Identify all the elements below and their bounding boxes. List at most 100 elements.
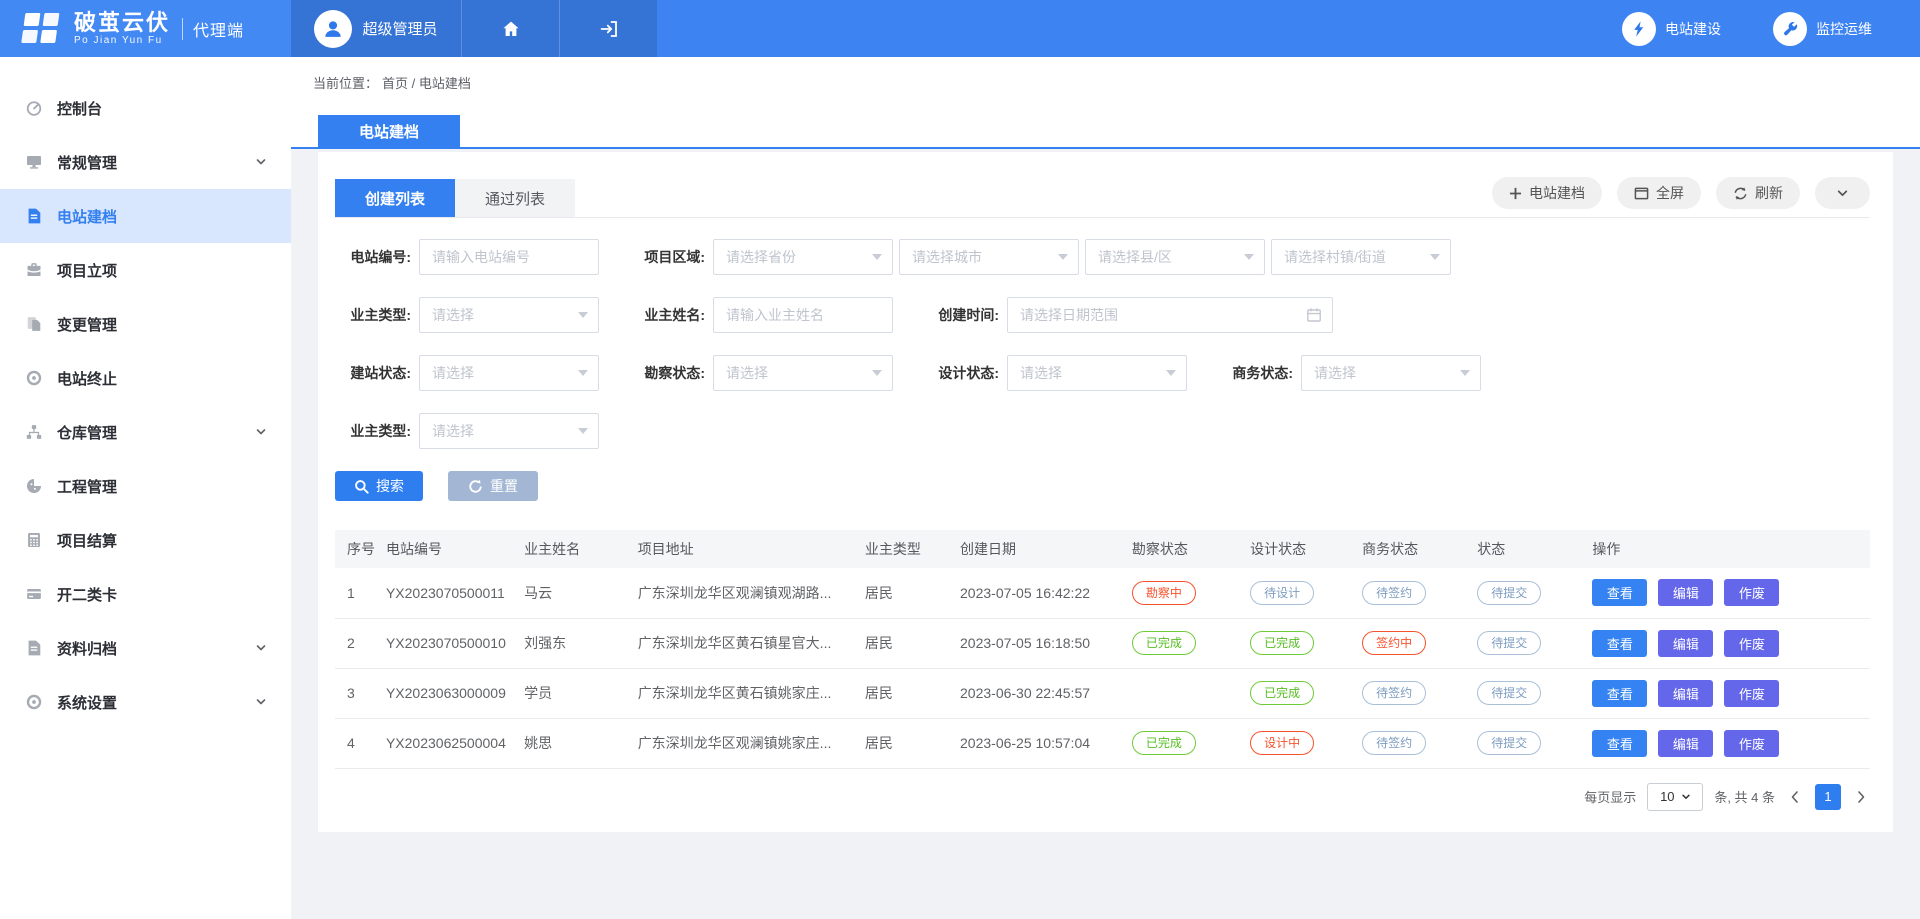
prev-page-button[interactable] xyxy=(1786,790,1804,804)
business-status-badge: 待签约 xyxy=(1362,681,1426,705)
tab-passed-list[interactable]: 通过列表 xyxy=(455,179,575,217)
reset-button[interactable]: 重置 xyxy=(448,471,538,501)
brand-logo-icon xyxy=(18,9,64,49)
survey-status-select[interactable]: 请选择 xyxy=(713,355,893,391)
cell-code: YX2023070500011 xyxy=(378,568,516,618)
chevron-down-icon xyxy=(255,696,267,708)
sidebar-item-change-mgmt[interactable]: 变更管理 xyxy=(0,297,291,351)
calculator-icon xyxy=(25,531,43,549)
refresh-label: 刷新 xyxy=(1755,183,1783,203)
view-button[interactable]: 查看 xyxy=(1592,630,1647,657)
col-owner-type: 业主类型 xyxy=(857,530,952,568)
owner-type-select[interactable]: 请选择 xyxy=(419,297,599,333)
top-header: 破茧云伏 Po Jian Yun Fu 代理端 超级管理员 xyxy=(0,0,1920,57)
void-button[interactable]: 作废 xyxy=(1724,730,1779,757)
design-status-badge: 已完成 xyxy=(1250,681,1314,705)
build-status-select[interactable]: 请选择 xyxy=(419,355,599,391)
filter-row-1: 电站编号: 项目区域: 请选择省份 请选择城市 xyxy=(335,239,1870,275)
cell-actions: 查看 编辑 作废 xyxy=(1584,668,1870,718)
filter-create-time: 创建时间: 请选择日期范围 xyxy=(923,297,1333,333)
filter-label: 项目区域: xyxy=(629,247,705,267)
breadcrumb-path[interactable]: 首页 / 电站建档 xyxy=(382,73,471,92)
station-code-input[interactable] xyxy=(419,239,599,275)
sidebar-item-document-archive[interactable]: 资料归档 xyxy=(0,621,291,675)
select-placeholder: 请选择 xyxy=(432,305,570,325)
view-button[interactable]: 查看 xyxy=(1592,730,1647,757)
sidebar-item-label: 系统设置 xyxy=(57,692,117,713)
plus-icon xyxy=(1509,187,1522,200)
col-status: 状态 xyxy=(1469,530,1584,568)
owner-name-input[interactable] xyxy=(713,297,893,333)
home-button[interactable] xyxy=(461,0,559,57)
lightning-icon xyxy=(1622,12,1656,46)
caret-down-icon xyxy=(1166,370,1176,376)
design-status-select[interactable]: 请选择 xyxy=(1007,355,1187,391)
date-range-picker[interactable]: 请选择日期范围 xyxy=(1007,297,1333,333)
card-toolbar: 电站建档 全屏 xyxy=(1492,177,1870,209)
header-tools: 超级管理员 xyxy=(291,0,657,57)
filter-build-status: 建站状态: 请选择 xyxy=(335,355,599,391)
sidebar-item-system-settings[interactable]: 系统设置 xyxy=(0,675,291,729)
view-button[interactable]: 查看 xyxy=(1592,680,1647,707)
business-status-select[interactable]: 请选择 xyxy=(1301,355,1481,391)
per-page-select[interactable]: 10 xyxy=(1647,783,1703,811)
sidebar-item-console[interactable]: 控制台 xyxy=(0,81,291,135)
sidebar-item-general-mgmt[interactable]: 常规管理 xyxy=(0,135,291,189)
tab-created-list[interactable]: 创建列表 xyxy=(335,179,455,217)
content: 创建列表 通过列表 电站建档 全屏 xyxy=(291,149,1920,832)
username: 超级管理员 xyxy=(362,18,437,39)
create-station-label: 电站建档 xyxy=(1529,183,1585,203)
sidebar-item-project-settlement[interactable]: 项目结算 xyxy=(0,513,291,567)
edit-button[interactable]: 编辑 xyxy=(1658,579,1713,606)
archive-doc-icon xyxy=(25,639,43,657)
sidebar-item-label: 控制台 xyxy=(57,98,102,119)
nav-station-construction[interactable]: 电站建设 xyxy=(1622,12,1721,46)
search-button[interactable]: 搜索 xyxy=(335,471,423,501)
cell-owner: 马云 xyxy=(516,568,630,618)
pagination-total: 条, 共 4 条 xyxy=(1714,787,1775,806)
cell-design: 待设计 xyxy=(1242,568,1354,618)
sidebar-item-engineering-mgmt[interactable]: 工程管理 xyxy=(0,459,291,513)
fullscreen-icon xyxy=(1634,186,1649,201)
town-select[interactable]: 请选择村镇/街道 xyxy=(1271,239,1451,275)
edit-button[interactable]: 编辑 xyxy=(1658,730,1713,757)
fullscreen-button[interactable]: 全屏 xyxy=(1617,177,1701,209)
col-create-date: 创建日期 xyxy=(952,530,1124,568)
nav-monitor-ops[interactable]: 监控运维 xyxy=(1773,12,1872,46)
sidebar-item-station-filing[interactable]: 电站建档 xyxy=(0,189,291,243)
card-head: 创建列表 通过列表 电站建档 全屏 xyxy=(335,152,1870,218)
sidebar-item-card-opening[interactable]: 开二类卡 xyxy=(0,567,291,621)
logout-button[interactable] xyxy=(559,0,657,57)
owner-type-2-select[interactable]: 请选择 xyxy=(419,413,599,449)
void-button[interactable]: 作废 xyxy=(1724,579,1779,606)
cell-status: 待提交 xyxy=(1469,668,1584,718)
page-tab-station-filing[interactable]: 电站建档 xyxy=(318,115,460,147)
collapse-toolbar-button[interactable] xyxy=(1815,177,1870,209)
status-badge: 待提交 xyxy=(1477,581,1541,605)
city-select[interactable]: 请选择城市 xyxy=(899,239,1079,275)
cell-owner-type: 居民 xyxy=(857,718,952,768)
user-menu[interactable]: 超级管理员 xyxy=(291,0,461,57)
edit-button[interactable]: 编辑 xyxy=(1658,680,1713,707)
nav-label: 电站建设 xyxy=(1665,19,1721,39)
void-button[interactable]: 作废 xyxy=(1724,630,1779,657)
col-survey-status: 勘察状态 xyxy=(1124,530,1242,568)
create-station-button[interactable]: 电站建档 xyxy=(1492,177,1602,209)
sidebar: 控制台 常规管理 xyxy=(0,57,291,919)
view-button[interactable]: 查看 xyxy=(1592,579,1647,606)
col-actions: 操作 xyxy=(1584,530,1870,568)
page-number-button[interactable]: 1 xyxy=(1815,784,1841,810)
cell-code: YX2023063000009 xyxy=(378,668,516,718)
county-select[interactable]: 请选择县/区 xyxy=(1085,239,1265,275)
province-select[interactable]: 请选择省份 xyxy=(713,239,893,275)
sidebar-item-project-initiation[interactable]: 项目立项 xyxy=(0,243,291,297)
refresh-button[interactable]: 刷新 xyxy=(1716,177,1800,209)
per-page-label: 每页显示 xyxy=(1584,787,1636,806)
edit-button[interactable]: 编辑 xyxy=(1658,630,1713,657)
sidebar-item-station-termination[interactable]: 电站终止 xyxy=(0,351,291,405)
cell-created: 2023-06-30 22:45:57 xyxy=(952,668,1124,718)
next-page-button[interactable] xyxy=(1852,790,1870,804)
sidebar-item-warehouse-mgmt[interactable]: 仓库管理 xyxy=(0,405,291,459)
void-button[interactable]: 作废 xyxy=(1724,680,1779,707)
design-status-badge: 设计中 xyxy=(1250,731,1314,755)
